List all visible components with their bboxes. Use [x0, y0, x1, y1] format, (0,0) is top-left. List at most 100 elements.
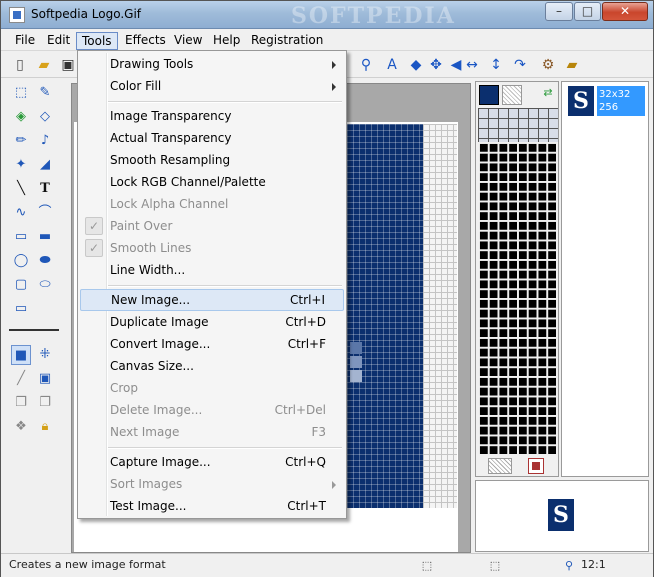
menu-help[interactable]: Help — [208, 32, 245, 50]
filled-ellipse-icon[interactable]: ⬬ — [35, 251, 55, 271]
menu-registration[interactable]: Registration — [246, 32, 328, 50]
transparent-mode-icon[interactable]: ⁜ — [35, 345, 55, 365]
eyedropper-icon[interactable]: ✎ — [35, 83, 55, 103]
menu-item-sort-images[interactable]: Sort Images — [80, 474, 344, 496]
move-all-icon[interactable]: ◆ — [407, 56, 425, 74]
image-size-label: 32x32 — [599, 89, 631, 100]
foreground-color-swatch[interactable] — [479, 85, 499, 105]
image-colors-label: 256 — [599, 102, 619, 113]
menu-item-canvas-size[interactable]: Canvas Size... — [80, 356, 344, 378]
transparent-color-swatch[interactable] — [488, 458, 512, 474]
rotate-icon[interactable]: ↷ — [511, 56, 529, 74]
spray-icon[interactable]: ✦ — [11, 155, 31, 175]
polygon-icon[interactable]: ▭ — [11, 299, 31, 319]
background-color-swatch[interactable] — [502, 85, 522, 105]
curve-icon[interactable]: ∿ — [11, 203, 31, 223]
tools-icon[interactable]: ⚙ — [539, 56, 557, 74]
title-bar[interactable]: Softpedia Logo.Gif SOFTPEDIA – □ ✕ — [1, 1, 653, 29]
copy-layer-icon[interactable]: ❐ — [11, 393, 31, 413]
selection-size-icon: ⬚ — [489, 559, 501, 572]
checkmark-icon: ✓ — [85, 217, 103, 235]
window-title: Softpedia Logo.Gif — [31, 7, 142, 21]
new-icon[interactable]: ▯ — [11, 56, 29, 74]
tools-dropdown-menu: Drawing Tools Color Fill Image Transpare… — [77, 50, 347, 519]
menu-item-line-width[interactable]: Line Width... — [80, 260, 344, 282]
maximize-button[interactable]: □ — [574, 2, 601, 21]
preview-panel: S — [475, 480, 649, 552]
zoom-level: 12:1 — [581, 558, 606, 571]
pencil-icon[interactable]: ✏ — [11, 131, 31, 151]
rectangle-icon[interactable]: ▭ — [11, 227, 31, 247]
menu-item-convert-image[interactable]: Convert Image... Ctrl+F — [80, 334, 344, 356]
rounded-rect-icon[interactable]: ▢ — [11, 275, 31, 295]
close-button[interactable]: ✕ — [602, 2, 648, 21]
menu-tools[interactable]: Tools — [76, 32, 118, 50]
save-icon[interactable]: ▣ — [59, 56, 77, 74]
palette-color-grid[interactable] — [478, 142, 556, 454]
recent-colors-grid[interactable] — [478, 108, 558, 142]
swap-colors-icon[interactable]: ⇄ — [540, 85, 556, 101]
menu-item-image-transparency[interactable]: Image Transparency — [80, 106, 344, 128]
pen-mode-icon[interactable]: ╱ — [11, 369, 31, 389]
menu-file[interactable]: File — [10, 32, 40, 50]
brush-icon[interactable]: ♪ — [35, 131, 55, 151]
menu-item-duplicate-image[interactable]: Duplicate Image Ctrl+D — [80, 312, 344, 334]
pixel-grid-logo[interactable] — [347, 124, 423, 508]
zoom-icon[interactable]: ⚲ — [357, 56, 375, 74]
zoom-status-icon: ⚲ — [564, 559, 574, 572]
menu-item-delete-image[interactable]: Delete Image... Ctrl+Del — [80, 400, 344, 422]
flip-vertical-icon[interactable]: ↕ — [487, 56, 505, 74]
menu-separator — [108, 285, 342, 287]
submenu-arrow-icon — [332, 481, 336, 489]
menu-bar: File Edit Tools Effects View Help Regist… — [1, 30, 653, 51]
blend-mode-icon[interactable]: ▣ — [35, 369, 55, 389]
menu-view[interactable]: View — [169, 32, 207, 50]
menu-item-smooth-resampling[interactable]: Smooth Resampling — [80, 150, 344, 172]
menu-effects[interactable]: Effects — [120, 32, 171, 50]
open-icon[interactable]: ▰ — [35, 56, 53, 74]
color-eraser-icon[interactable]: ◇ — [35, 107, 55, 127]
text-tool-icon[interactable]: T — [35, 179, 55, 199]
screen-color-swatch[interactable] — [528, 458, 544, 474]
app-icon[interactable] — [9, 7, 25, 23]
group-icon[interactable]: ❖ — [11, 417, 31, 437]
minimize-button[interactable]: – — [545, 2, 573, 21]
menu-item-capture-image[interactable]: Capture Image... Ctrl+Q — [80, 452, 344, 474]
menu-item-lock-rgb[interactable]: Lock RGB Channel/Palette — [80, 172, 344, 194]
menu-item-color-fill[interactable]: Color Fill — [80, 76, 344, 98]
menu-item-lock-alpha[interactable]: Lock Alpha Channel — [80, 194, 344, 216]
ellipse-icon[interactable]: ◯ — [11, 251, 31, 271]
menu-item-smooth-lines[interactable]: ✓ Smooth Lines — [80, 238, 344, 260]
eraser-icon[interactable]: ◈ — [11, 107, 31, 127]
opaque-mode-icon[interactable]: ■ — [11, 345, 31, 365]
flip-horizontal-icon[interactable]: ↔ — [463, 56, 481, 74]
filled-rounded-rect-icon[interactable]: ⬭ — [35, 275, 55, 295]
image-info-selected[interactable]: 32x32 256 — [597, 86, 645, 116]
menu-item-next-image[interactable]: Next Image F3 — [80, 422, 344, 444]
menu-item-paint-over[interactable]: ✓ Paint Over — [80, 216, 344, 238]
arc-icon[interactable]: ⌒ — [35, 203, 55, 223]
menu-item-new-image[interactable]: New Image... Ctrl+I — [80, 289, 344, 311]
watermark-text: SOFTPEDIA — [291, 3, 456, 29]
cursor-position-icon: ⬚ — [421, 559, 433, 572]
lock-icon[interactable]: 🔒︎ — [35, 417, 55, 437]
select-rect-icon[interactable]: ⬚ — [11, 83, 31, 103]
book-icon[interactable]: ▰ — [563, 56, 581, 74]
color-palette-panel: ⇄ — [475, 81, 559, 477]
move-vertical-icon[interactable]: ✥ — [427, 56, 445, 74]
app-window: Softpedia Logo.Gif SOFTPEDIA – □ ✕ File … — [0, 0, 654, 577]
menu-item-crop[interactable]: Crop — [80, 378, 344, 400]
image-thumbnail[interactable]: S — [568, 86, 594, 116]
menu-edit[interactable]: Edit — [42, 32, 75, 50]
menu-item-actual-transparency[interactable]: Actual Transparency — [80, 128, 344, 150]
line-width-preview[interactable] — [9, 329, 59, 331]
line-icon[interactable]: ╲ — [11, 179, 31, 199]
filled-rectangle-icon[interactable]: ▬ — [35, 227, 55, 247]
pixel-grid-transparent[interactable] — [423, 124, 457, 508]
paste-layer-icon[interactable]: ❐ — [35, 393, 55, 413]
menu-item-drawing-tools[interactable]: Drawing Tools — [80, 54, 344, 76]
menu-item-test-image[interactable]: Test Image... Ctrl+T — [80, 496, 344, 518]
fill-bucket-icon[interactable]: ◢ — [35, 155, 55, 175]
text-select-icon[interactable]: A — [383, 56, 401, 74]
preview-image: S — [548, 499, 574, 531]
